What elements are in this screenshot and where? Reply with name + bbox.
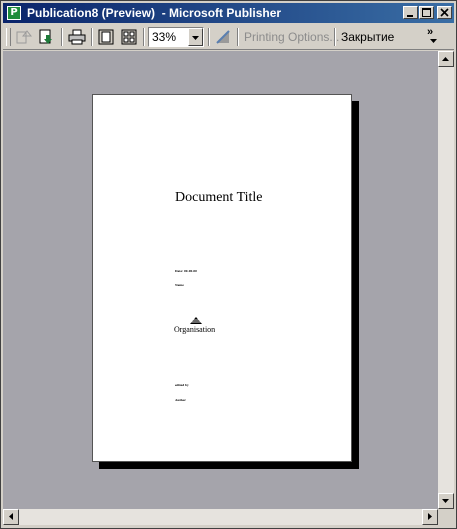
one-page-button[interactable]: [96, 27, 116, 47]
maximize-icon: [422, 8, 431, 17]
scroll-left-button[interactable]: [3, 509, 19, 525]
minimize-icon: [407, 15, 413, 17]
close-icon: [440, 8, 449, 17]
preview-page[interactable]: Document Title Date: 00-00-00 Name Organ…: [92, 94, 352, 462]
app-name: Microsoft Publisher: [169, 6, 282, 20]
toolbar-separator: [61, 28, 63, 46]
title-bar[interactable]: P Publication8 (Preview) - Microsoft Pub…: [3, 3, 454, 23]
chevron-down-icon: [192, 36, 199, 40]
arrow-down-icon: [442, 499, 449, 503]
preview-workspace[interactable]: Document Title Date: 00-00-00 Name Organ…: [3, 51, 438, 509]
toolbar-grip[interactable]: [6, 28, 11, 46]
close-preview-button[interactable]: Закрытие: [341, 30, 394, 44]
multiple-pages-icon: [121, 29, 137, 45]
page-down-button[interactable]: [37, 27, 57, 47]
page-down-icon: [39, 29, 52, 44]
toolbar-dropdown-icon: [430, 39, 437, 43]
app-window: P Publication8 (Preview) - Microsoft Pub…: [0, 0, 457, 529]
toolbar-options-button[interactable]: »: [427, 27, 433, 38]
scroll-down-button[interactable]: [438, 493, 454, 509]
organisation-name: Organisation: [174, 325, 216, 334]
close-window-button[interactable]: [437, 6, 452, 19]
maximize-button[interactable]: [419, 6, 434, 19]
page-up-icon: [16, 30, 33, 44]
author-line: Author: [175, 398, 186, 402]
multiple-pages-disabled-button[interactable]: [13, 27, 33, 47]
window-title: Publication8 (Preview) - Microsoft Publi…: [27, 5, 281, 21]
publisher-app-icon[interactable]: P: [7, 6, 21, 20]
minimize-button[interactable]: [403, 6, 418, 19]
toolbar-separator: [334, 28, 336, 46]
document-name: Publication8 (Preview): [27, 6, 156, 20]
name-line: Name: [175, 283, 184, 287]
zoom-dropdown-button[interactable]: [188, 28, 203, 46]
multiple-pages-button[interactable]: [119, 27, 139, 47]
arrow-left-icon: [9, 513, 13, 520]
edited-by-line: edited by: [175, 383, 189, 387]
printer-icon: [68, 29, 86, 45]
color-print-icon: [216, 30, 230, 44]
horizontal-scrollbar[interactable]: [3, 509, 438, 525]
preview-toolbar: 33% Printing Options... Закрытие »: [3, 25, 454, 50]
scroll-right-button[interactable]: [422, 509, 438, 525]
toolbar-separator: [91, 28, 93, 46]
zoom-value: 33%: [152, 30, 177, 44]
printing-options-button[interactable]: Printing Options...: [244, 30, 339, 44]
zoom-select[interactable]: 33%: [148, 27, 204, 47]
document-title: Document Title: [175, 190, 263, 205]
print-button[interactable]: [67, 27, 87, 47]
date-line: Date: 00-00-00: [175, 269, 197, 273]
title-separator: -: [155, 6, 170, 20]
arrow-right-icon: [428, 513, 432, 520]
arrow-up-icon: [442, 57, 449, 61]
scroll-up-button[interactable]: [438, 51, 454, 67]
one-page-icon: [98, 29, 114, 45]
organisation-logo-icon: [190, 317, 202, 324]
toolbar-separator: [208, 28, 210, 46]
toolbar-separator: [237, 28, 239, 46]
toolbar-separator: [143, 28, 145, 46]
color-print-button[interactable]: [213, 27, 233, 47]
scrollbar-corner: [438, 509, 454, 525]
vertical-scrollbar[interactable]: [438, 51, 454, 509]
